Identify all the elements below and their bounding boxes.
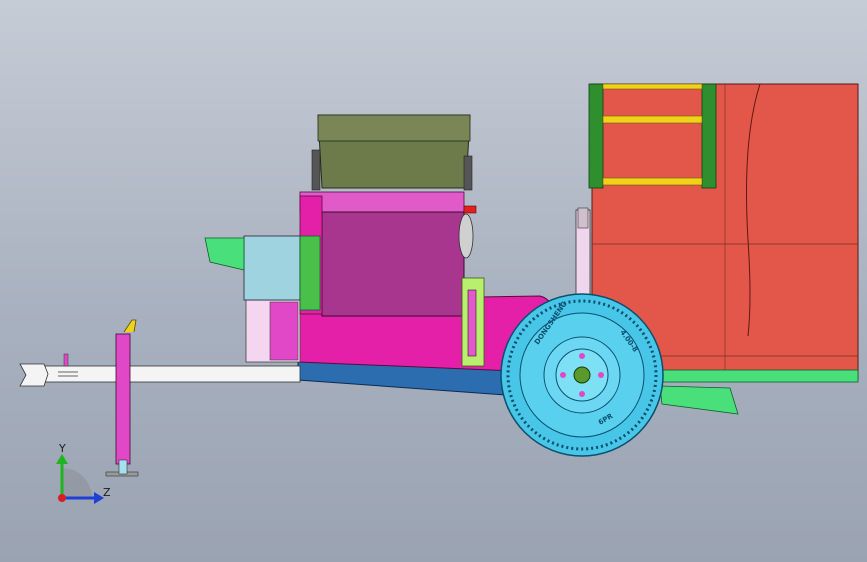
pulley <box>458 213 474 259</box>
jack-stand[interactable] <box>115 333 131 465</box>
hitch-coupler[interactable] <box>19 363 49 387</box>
tank-stripe-bottom <box>602 177 703 186</box>
hub <box>573 366 591 384</box>
jack-handle[interactable] <box>123 319 137 333</box>
y-axis-arrow <box>56 454 68 464</box>
safety-pin <box>63 353 69 367</box>
lug-nut-4 <box>560 372 566 378</box>
rear-fender[interactable] <box>659 385 739 415</box>
axis-triad: Y Z <box>56 442 111 504</box>
wheel-assembly[interactable]: DONGSHENG 4.00-8 6PR <box>500 293 664 457</box>
tank-stripe-cap <box>602 83 703 90</box>
jack-lower-tube <box>118 459 128 475</box>
triad-quarter-disc <box>62 468 92 498</box>
engine-block[interactable] <box>321 211 465 317</box>
hopper-side-right <box>463 155 473 191</box>
control-box-bracket <box>204 237 245 271</box>
control-box[interactable] <box>243 235 301 301</box>
tank-frame-right <box>701 83 717 189</box>
red-indicator <box>463 205 477 214</box>
hopper-rim <box>317 114 471 142</box>
hopper-side-left <box>311 149 321 191</box>
origin-dot <box>58 494 66 502</box>
z-axis-label: Z <box>103 486 111 499</box>
tank-stripe-top <box>602 115 703 124</box>
lug-nut-1 <box>579 353 585 359</box>
exhaust-cap <box>577 207 589 229</box>
engine-top-cover[interactable] <box>299 191 465 213</box>
pink-panel-inner <box>269 301 299 361</box>
lug-nut-3 <box>579 391 585 397</box>
hydraulic-cylinder <box>467 289 477 357</box>
tank-frame-left <box>588 83 604 189</box>
cad-viewport[interactable]: DONGSHENG 4.00-8 6PR Y Z <box>0 0 867 562</box>
drawbar[interactable] <box>39 365 301 383</box>
lug-nut-2 <box>598 372 604 378</box>
engine-green-guard <box>299 235 321 311</box>
y-axis-label: Y <box>58 442 66 455</box>
